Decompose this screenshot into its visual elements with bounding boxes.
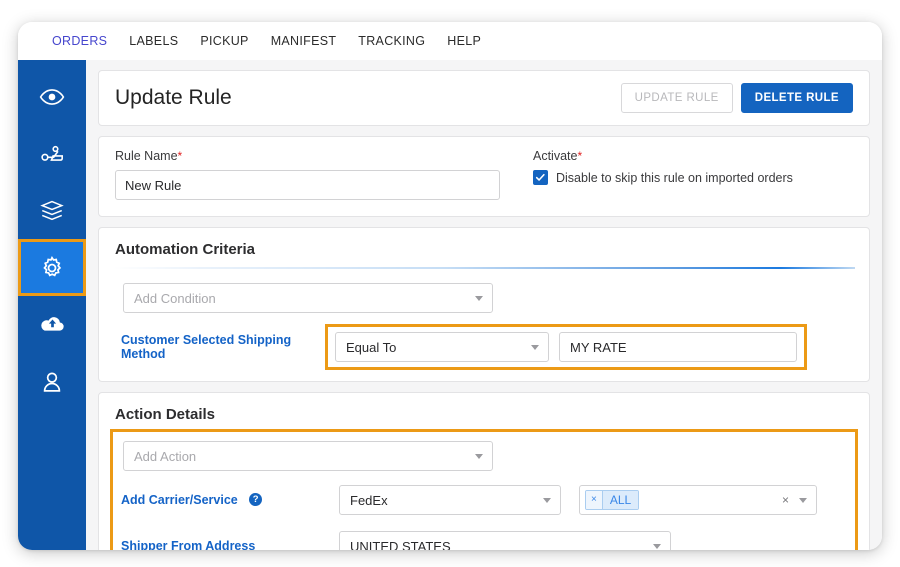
automation-criteria-card: Automation Criteria Add Condition Custom…: [98, 227, 870, 382]
service-tag-label: ALL: [602, 491, 639, 509]
condition-operator-value: Equal To: [346, 339, 397, 355]
carrier-select[interactable]: FedEx: [339, 485, 561, 515]
condition-highlight-box: Equal To MY RATE: [325, 324, 807, 370]
remove-tag-icon[interactable]: ×: [586, 491, 603, 509]
clear-all-icon[interactable]: ×: [782, 493, 789, 507]
condition-field-label[interactable]: Customer Selected Shipping Method: [113, 333, 328, 361]
add-condition-select[interactable]: Add Condition: [123, 283, 493, 313]
rule-basics-card: Rule Name* Activate* Disable t: [98, 136, 870, 217]
action-details-title: Action Details: [115, 406, 216, 423]
open-box-icon: [39, 198, 65, 224]
top-navigation: ORDERS LABELS PICKUP MANIFEST TRACKING H…: [18, 22, 882, 60]
shipper-from-address-value: UNITED STATES: [350, 538, 451, 551]
update-rule-button[interactable]: UPDATE RULE: [620, 83, 733, 113]
chevron-down-icon: [799, 498, 807, 503]
chevron-down-icon: [531, 345, 539, 350]
shipper-from-address-label[interactable]: Shipper From Address: [121, 539, 339, 550]
action-details-card: Action Details Add Action Add Carrier/Se…: [98, 392, 870, 550]
condition-row: Customer Selected Shipping Method Equal …: [113, 324, 855, 370]
activate-checkbox-row: Disable to skip this rule on imported or…: [533, 170, 853, 185]
page-header-card: Update Rule UPDATE RULE DELETE RULE: [98, 70, 870, 126]
action-details-highlight-box: Add Action Add Carrier/Service ? FedEx ×…: [110, 429, 858, 550]
rule-name-input[interactable]: [115, 170, 500, 200]
condition-value-input[interactable]: MY RATE: [559, 332, 797, 362]
nav-item-manifest[interactable]: MANIFEST: [271, 34, 337, 48]
shipping-rate-icon: [39, 141, 65, 167]
carrier-label-group: Add Carrier/Service ?: [121, 491, 339, 509]
carrier-value: FedEx: [350, 492, 388, 508]
gradient-divider: [113, 267, 855, 269]
chevron-down-icon: [475, 454, 483, 459]
app-body: Update Rule UPDATE RULE DELETE RULE Rule…: [18, 60, 882, 550]
service-multiselect[interactable]: × ALL ×: [579, 485, 817, 515]
checkmark-icon: [535, 173, 545, 181]
rule-name-group: Rule Name*: [115, 149, 515, 200]
condition-value: MY RATE: [570, 339, 627, 355]
sidebar-item-packages[interactable]: [18, 182, 86, 239]
nav-item-pickup[interactable]: PICKUP: [200, 34, 248, 48]
eye-icon: [39, 84, 65, 110]
automation-criteria-title: Automation Criteria: [115, 241, 256, 258]
nav-item-tracking[interactable]: TRACKING: [358, 34, 425, 48]
page-title: Update Rule: [115, 86, 232, 109]
left-sidebar: [18, 60, 86, 550]
activate-label-text: Activate: [533, 149, 578, 163]
rule-name-label: Rule Name*: [115, 149, 515, 163]
chevron-down-icon: [475, 296, 483, 301]
activate-label: Activate*: [533, 149, 853, 163]
help-circle-icon[interactable]: ?: [249, 493, 263, 507]
carrier-service-label[interactable]: Add Carrier/Service: [121, 493, 238, 507]
gear-icon: [38, 254, 66, 282]
delete-rule-button[interactable]: DELETE RULE: [740, 83, 853, 113]
activate-group: Activate* Disable to skip this rule on i…: [515, 149, 853, 200]
carrier-service-row: Add Carrier/Service ? FedEx × ALL ×: [121, 485, 847, 515]
sidebar-item-account[interactable]: [18, 353, 86, 410]
chevron-down-icon: [543, 498, 551, 503]
required-asterisk: *: [577, 149, 583, 163]
shipper-address-row: Shipper From Address UNITED STATES: [121, 531, 847, 550]
add-action-select[interactable]: Add Action: [123, 441, 493, 471]
service-tag-all[interactable]: × ALL: [585, 490, 640, 510]
condition-operator-select[interactable]: Equal To: [335, 332, 549, 362]
rule-name-label-text: Rule Name: [115, 149, 178, 163]
app-window: ORDERS LABELS PICKUP MANIFEST TRACKING H…: [18, 22, 882, 550]
activate-checkbox[interactable]: [533, 170, 548, 185]
chevron-down-icon: [653, 544, 661, 549]
sidebar-item-rates[interactable]: [18, 125, 86, 182]
nav-item-orders[interactable]: ORDERS: [52, 34, 107, 48]
sidebar-item-upload[interactable]: [18, 296, 86, 353]
nav-item-help[interactable]: HELP: [447, 34, 481, 48]
main-content: Update Rule UPDATE RULE DELETE RULE Rule…: [86, 60, 882, 550]
user-icon: [39, 369, 65, 395]
shipper-from-address-select[interactable]: UNITED STATES: [339, 531, 671, 550]
required-asterisk: *: [177, 149, 183, 163]
sidebar-item-settings[interactable]: [18, 239, 86, 296]
add-condition-placeholder: Add Condition: [134, 290, 216, 306]
add-action-placeholder: Add Action: [134, 448, 197, 464]
activate-checkbox-text: Disable to skip this rule on imported or…: [556, 170, 793, 185]
cloud-upload-icon: [39, 311, 66, 338]
nav-item-labels[interactable]: LABELS: [129, 34, 178, 48]
sidebar-item-eye[interactable]: [18, 68, 86, 125]
